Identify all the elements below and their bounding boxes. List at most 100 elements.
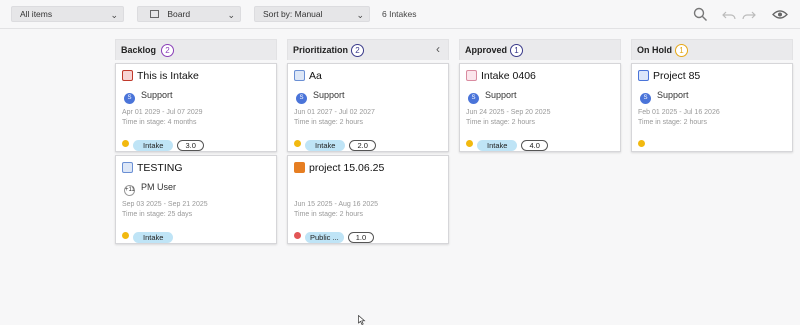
chevron-down-icon: ⌄ — [356, 10, 364, 20]
sort-dropdown-label: Sort by: Manual — [263, 9, 323, 19]
avatar: S — [468, 93, 479, 104]
card-title: This is Intake — [122, 70, 199, 82]
card-footer: Intake 2.0 — [294, 135, 376, 151]
column-count-badge: 1 — [510, 44, 523, 57]
card-owner: S Support — [640, 90, 689, 104]
column-header-approved: Approved 1 — [459, 39, 621, 60]
card-stage-time: Time in stage: 2 hours — [638, 119, 707, 126]
column-title: Prioritization — [293, 45, 349, 55]
column-header-prioritization: Prioritization 2 ‹ — [287, 39, 449, 60]
intake-card[interactable]: project 15.06.25 Jun 15 2025 - Aug 16 20… — [287, 155, 449, 244]
column-header-on-hold: On Hold 1 — [631, 39, 793, 60]
card-dates: Feb 01 2025 - Jul 16 2026 — [638, 109, 720, 116]
undo-icon[interactable] — [722, 10, 736, 20]
view-dropdown[interactable]: Board ⌄ — [137, 6, 241, 22]
card-title: TESTING — [122, 162, 183, 174]
card-tag: Intake — [133, 140, 174, 151]
column-count-badge: 2 — [161, 44, 174, 57]
intake-count: 6 Intakes — [382, 9, 417, 19]
kanban-board: Backlog 2 Prioritization 2 ‹ Approved 1 … — [0, 29, 800, 325]
card-owner: S Support — [296, 90, 345, 104]
document-icon — [122, 162, 133, 173]
mouse-cursor-icon — [358, 315, 366, 325]
owner-name: PM User — [141, 182, 177, 192]
toolbar: All items ⌄ Board ⌄ Sort by: Manual ⌄ 6 … — [0, 0, 800, 29]
card-title: Aa — [294, 70, 322, 82]
search-icon[interactable] — [693, 7, 708, 22]
avatar: S — [640, 93, 651, 104]
card-stage-time: Time in stage: 2 hours — [294, 119, 363, 126]
status-dot — [294, 232, 301, 239]
owner-name: Support — [313, 90, 345, 100]
intake-card[interactable]: TESTING +11 PM User Sep 03 2025 - Sep 21 … — [115, 155, 277, 244]
card-footer: Intake 3.0 — [122, 135, 204, 151]
card-stage-time: Time in stage: 2 hours — [294, 211, 363, 218]
status-dot — [466, 140, 473, 147]
card-title-text: Intake 0406 — [481, 70, 536, 82]
avatar: S — [124, 93, 135, 104]
card-score: 3.0 — [177, 140, 204, 151]
status-dot — [638, 140, 645, 147]
sort-dropdown[interactable]: Sort by: Manual ⌄ — [254, 6, 370, 22]
column-title: On Hold — [637, 45, 672, 55]
card-stage-time: Time in stage: 25 days — [122, 211, 193, 218]
card-dates: Jun 01 2027 - Jul 02 2027 — [294, 109, 375, 116]
card-title-text: project 15.06.25 — [309, 162, 385, 174]
card-owner: S Support — [124, 90, 173, 104]
card-owner: S Support — [468, 90, 517, 104]
card-stage-time: Time in stage: 2 hours — [466, 119, 535, 126]
card-footer: Intake — [122, 227, 177, 243]
card-owner: +11 PM User — [124, 182, 176, 196]
intake-card[interactable]: Aa S Support Jun 01 2027 - Jul 02 2027 Ti… — [287, 63, 449, 152]
column-header-backlog: Backlog 2 — [115, 39, 277, 60]
card-dates: Apr 01 2029 - Jul 07 2029 — [122, 109, 203, 116]
card-title-text: This is Intake — [137, 70, 199, 82]
redo-icon[interactable] — [742, 10, 756, 20]
card-footer: Intake 4.0 — [466, 135, 548, 151]
card-score: 2.0 — [349, 140, 376, 151]
column-title: Backlog — [121, 45, 157, 55]
card-dates: Sep 03 2025 - Sep 21 2025 — [122, 201, 208, 208]
column-count-badge: 1 — [675, 44, 688, 57]
card-tag: Intake — [477, 140, 518, 151]
calendar-icon — [122, 70, 133, 81]
card-footer — [638, 135, 649, 147]
intake-card[interactable]: This is Intake S Support Apr 01 2029 - Ju… — [115, 63, 277, 152]
card-title-text: Aa — [309, 70, 322, 82]
card-tag: Intake — [305, 140, 346, 151]
avatar: S — [296, 93, 307, 104]
card-title: project 15.06.25 — [294, 162, 384, 174]
status-dot — [294, 140, 301, 147]
status-dot — [122, 140, 129, 147]
filter-dropdown[interactable]: All items ⌄ — [11, 6, 124, 22]
document-icon — [294, 70, 305, 81]
avatar-group: +11 — [124, 185, 135, 196]
column-count-badge: 2 — [351, 44, 364, 57]
status-dot — [122, 232, 129, 239]
view-dropdown-label: Board — [167, 9, 191, 19]
board-icon — [150, 10, 159, 18]
chevron-left-icon[interactable]: ‹ — [436, 42, 440, 56]
chevron-down-icon: ⌄ — [227, 10, 235, 20]
tools-icon — [638, 70, 649, 81]
card-title-text: TESTING — [137, 162, 183, 174]
card-score: 1.0 — [347, 232, 375, 243]
card-dates: Jun 24 2025 - Sep 20 2025 — [466, 109, 551, 116]
card-tag: Public ... — [305, 232, 344, 243]
card-title: Project 85 — [638, 70, 700, 82]
intake-card[interactable]: Intake 0406 S Support Jun 24 2025 - Sep 2… — [459, 63, 621, 152]
card-title: Intake 0406 — [466, 70, 536, 82]
filter-dropdown-label: All items — [20, 9, 53, 19]
card-title-text: Project 85 — [653, 70, 701, 82]
eye-icon[interactable] — [772, 9, 788, 20]
chevron-down-icon: ⌄ — [110, 10, 118, 20]
card-footer: Public ... 1.0 — [294, 227, 375, 243]
flask-icon — [466, 70, 477, 81]
card-tag: Intake — [133, 232, 174, 243]
owner-name: Support — [657, 90, 689, 100]
intake-card[interactable]: Project 85 S Support Feb 01 2025 - Jul 16… — [631, 63, 793, 152]
owner-name: Support — [485, 90, 517, 100]
card-stage-time: Time in stage: 4 months — [122, 119, 197, 126]
card-dates: Jun 15 2025 - Aug 16 2025 — [294, 201, 379, 208]
project-icon — [294, 162, 305, 173]
